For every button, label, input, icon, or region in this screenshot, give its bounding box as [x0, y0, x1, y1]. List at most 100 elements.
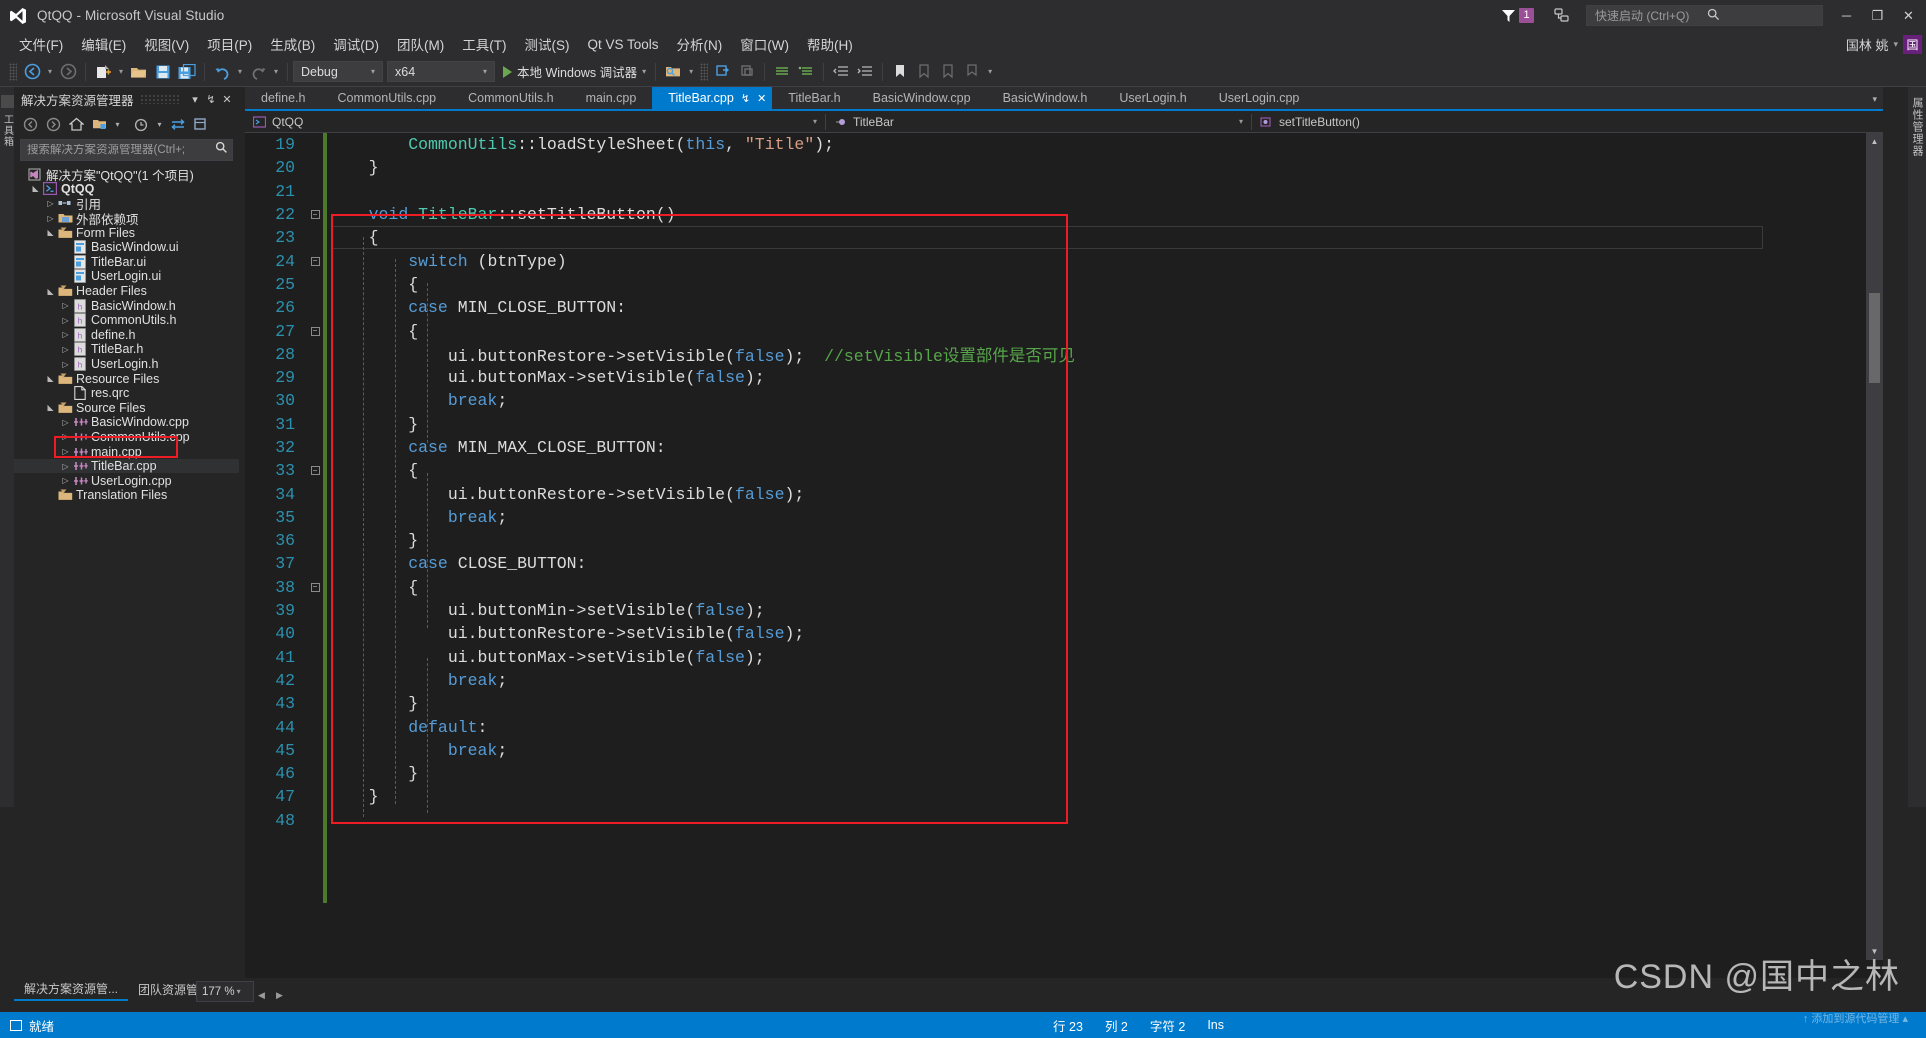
menu-project[interactable]: 项目(P): [198, 31, 261, 57]
solution-explorer-search[interactable]: [20, 139, 233, 161]
toolbox-rail[interactable]: 工具箱: [0, 87, 14, 807]
panel-drag-handle[interactable]: [139, 94, 181, 104]
code-editor[interactable]: 19 CommonUtils::loadStyleSheet(this, "Ti…: [245, 133, 1883, 960]
new-project-caret-icon[interactable]: ▾: [115, 67, 127, 76]
clear-bookmarks-icon[interactable]: [960, 60, 984, 84]
tree-item[interactable]: BasicWindow.ui: [14, 240, 239, 255]
chevron-right-icon[interactable]: ▷: [59, 476, 72, 485]
collapse-region-icon[interactable]: −: [307, 326, 323, 336]
tree-item[interactable]: ▷ h UserLogin.h: [14, 357, 239, 372]
notifications-area[interactable]: 1: [1500, 8, 1534, 24]
save-icon[interactable]: [151, 60, 175, 84]
chevron-down-icon[interactable]: ◢: [44, 228, 57, 237]
chevron-right-icon[interactable]: ▷: [59, 360, 72, 369]
tree-item[interactable]: UserLogin.ui: [14, 269, 239, 284]
tree-item[interactable]: ◢ Form Files: [14, 225, 239, 240]
code-line[interactable]: 36 }: [245, 529, 1883, 552]
editor-tab[interactable]: TitleBar.cpp ↯ ✕: [652, 87, 773, 109]
menu-team[interactable]: 团队(M): [388, 31, 453, 57]
menu-file[interactable]: 文件(F): [10, 31, 72, 57]
code-line[interactable]: 48: [245, 809, 1883, 832]
tree-item[interactable]: ◢ Header Files: [14, 284, 239, 299]
chevron-down-icon[interactable]: ◢: [29, 184, 42, 193]
navbar-class-dropdown[interactable]: TitleBar ▾: [826, 115, 1251, 129]
tree-item[interactable]: ▷ 外部依赖项: [14, 211, 239, 227]
code-line[interactable]: 46 }: [245, 762, 1883, 785]
solution-platform-combo[interactable]: x64 ▾: [387, 61, 495, 82]
code-line[interactable]: 33 − {: [245, 459, 1883, 482]
comment-lines-icon[interactable]: [770, 60, 794, 84]
tree-item[interactable]: 解决方案"QtQQ"(1 个项目): [14, 167, 239, 183]
navigate-backward-icon[interactable]: [20, 60, 44, 84]
code-line[interactable]: 43 }: [245, 692, 1883, 715]
chevron-down-icon[interactable]: ▾: [1893, 39, 1898, 50]
chevron-down-icon[interactable]: ▾: [154, 114, 165, 135]
panel-close-icon[interactable]: ✕: [219, 93, 235, 106]
notification-count-badge[interactable]: 1: [1519, 8, 1534, 23]
user-account-area[interactable]: 国林 姚 ▾ 国: [1846, 31, 1926, 57]
chevron-right-icon[interactable]: ▷: [59, 432, 72, 441]
editor-tab[interactable]: CommonUtils.h: [452, 87, 569, 109]
code-line[interactable]: 44 default:: [245, 715, 1883, 738]
minimize-button[interactable]: ─: [1831, 0, 1862, 31]
properties-icon[interactable]: [190, 114, 211, 135]
editor-tab[interactable]: UserLogin.cpp: [1203, 87, 1316, 109]
step-over-icon[interactable]: [735, 60, 759, 84]
avatar[interactable]: 国: [1903, 34, 1922, 54]
code-line[interactable]: 38 − {: [245, 576, 1883, 599]
collapse-region-icon[interactable]: −: [307, 210, 323, 220]
code-line[interactable]: 35 break;: [245, 506, 1883, 529]
editor-zoom-control[interactable]: 177 % ▾: [196, 981, 254, 1002]
chevron-down-icon[interactable]: ◢: [44, 403, 57, 412]
menu-tools[interactable]: 工具(T): [453, 31, 515, 57]
code-line[interactable]: 27 − {: [245, 319, 1883, 342]
code-line[interactable]: 41 ui.buttonMax->setVisible(false);: [245, 646, 1883, 669]
code-line[interactable]: 25 {: [245, 273, 1883, 296]
chevron-right-icon[interactable]: ▷: [44, 214, 57, 223]
editor-tab[interactable]: main.cpp: [570, 87, 653, 109]
tree-item[interactable]: ◢ Source Files: [14, 401, 239, 416]
tree-item[interactable]: ▷ BasicWindow.cpp: [14, 415, 239, 430]
editor-tab[interactable]: BasicWindow.h: [987, 87, 1104, 109]
bookmark-icon[interactable]: [888, 60, 912, 84]
chevron-right-icon[interactable]: ▷: [59, 462, 72, 471]
chevron-right-icon[interactable]: ▷: [59, 316, 72, 325]
collapse-region-icon[interactable]: −: [307, 256, 323, 266]
code-line[interactable]: 26 case MIN_CLOSE_BUTTON:: [245, 296, 1883, 319]
panel-menu-icon[interactable]: ▾: [187, 93, 203, 106]
code-line[interactable]: 30 break;: [245, 389, 1883, 412]
menu-qt-vs-tools[interactable]: Qt VS Tools: [579, 34, 668, 55]
toolbar-grip[interactable]: [9, 62, 17, 81]
chevron-right-icon[interactable]: ▷: [59, 301, 72, 310]
editor-tab[interactable]: BasicWindow.cpp: [857, 87, 987, 109]
tree-item[interactable]: ▷ h TitleBar.h: [14, 342, 239, 357]
open-file-icon[interactable]: [127, 60, 151, 84]
editor-tab[interactable]: define.h: [245, 87, 321, 109]
undo-icon[interactable]: [210, 60, 234, 84]
horizontal-scroll-left-icon[interactable]: ◀: [258, 990, 265, 1001]
save-all-icon[interactable]: [175, 60, 199, 84]
panel-pin-icon[interactable]: ↯: [203, 93, 219, 106]
menu-analyze[interactable]: 分析(N): [668, 31, 732, 57]
collapse-region-icon[interactable]: −: [307, 582, 323, 592]
code-line[interactable]: 22 − void TitleBar::setTitleButton(): [245, 203, 1883, 226]
code-line[interactable]: 32 case MIN_MAX_CLOSE_BUTTON:: [245, 436, 1883, 459]
search-input[interactable]: [27, 144, 215, 156]
menu-window[interactable]: 窗口(W): [731, 31, 798, 57]
editor-vertical-scrollbar[interactable]: ▲ ▼: [1866, 133, 1883, 960]
tree-item[interactable]: ▷ CommonUtils.cpp: [14, 430, 239, 445]
code-line[interactable]: 28 ui.buttonRestore->setVisible(false); …: [245, 343, 1883, 367]
tree-item[interactable]: ▷ TitleBar.cpp: [14, 458, 239, 474]
forward-icon[interactable]: [43, 114, 64, 135]
toolbar-grip[interactable]: [700, 62, 709, 81]
tree-item[interactable]: ▷ h CommonUtils.h: [14, 313, 239, 328]
toolbar-overflow-caret-icon[interactable]: ▾: [984, 67, 996, 76]
new-project-icon[interactable]: [91, 60, 115, 84]
search-icon[interactable]: [1707, 8, 1819, 24]
chevron-down-icon[interactable]: ◢: [44, 287, 57, 296]
navbar-project-dropdown[interactable]: QtQQ ▾: [245, 115, 825, 129]
tab-pin-icon[interactable]: ↯: [741, 92, 750, 105]
undo-caret-icon[interactable]: ▾: [234, 67, 246, 76]
scroll-up-icon[interactable]: ▲: [1868, 135, 1881, 148]
menu-edit[interactable]: 编辑(E): [72, 31, 135, 57]
